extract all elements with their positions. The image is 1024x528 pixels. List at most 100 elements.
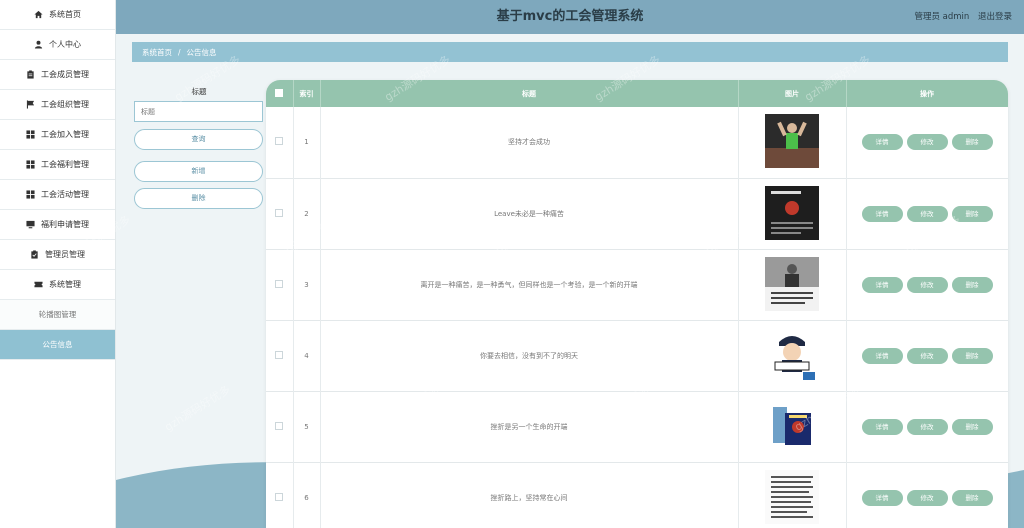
notice-image	[765, 327, 819, 382]
edit-button[interactable]: 修改	[906, 347, 948, 364]
row-checkbox[interactable]	[275, 137, 284, 146]
table-row: 1 坚持才会成功 详情 修改 删除	[266, 107, 1008, 178]
row-index: 5	[293, 391, 321, 462]
sidebar-item-join[interactable]: 工会加入管理	[0, 120, 115, 150]
delete-button[interactable]: 删除	[951, 276, 993, 293]
sidebar: 系统首页 个人中心 工会成员管理 工会组织管理 工会加入管理 工会福利管理 工会…	[0, 0, 116, 528]
sidebar-item-label: 工会组织管理	[41, 100, 89, 109]
row-checkbox[interactable]	[275, 492, 284, 501]
sidebar-item-welfare[interactable]: 工会福利管理	[0, 150, 115, 180]
sidebar-item-label: 系统管理	[49, 280, 81, 289]
sidebar-item-label: 系统首页	[49, 10, 81, 19]
sidebar-item-label: 个人中心	[49, 40, 81, 49]
edit-button[interactable]: 修改	[906, 418, 948, 435]
user-area: 管理员 admin 退出登录	[908, 0, 1012, 34]
row-checkbox[interactable]	[275, 208, 284, 217]
notice-image	[765, 256, 819, 311]
delete-button[interactable]: 删除	[951, 418, 993, 435]
notice-image	[765, 114, 819, 169]
row-index: 4	[293, 320, 321, 391]
row-index: 6	[293, 462, 321, 528]
edit-button[interactable]: 修改	[906, 134, 948, 151]
query-button[interactable]: 查询	[134, 129, 263, 150]
flag-icon	[26, 100, 35, 109]
sidebar-item-label: 工会福利管理	[41, 160, 89, 169]
sidebar-item-label: 轮播图管理	[38, 310, 77, 319]
breadcrumb-current: 公告信息	[186, 47, 217, 57]
row-title: 挫折是另一个生命的开端	[320, 391, 739, 462]
row-checkbox[interactable]	[275, 279, 284, 288]
header-title: 标题	[320, 80, 739, 107]
detail-button[interactable]: 详情	[861, 276, 903, 293]
row-index: 3	[293, 249, 321, 320]
user-icon	[34, 40, 43, 49]
sidebar-item-system[interactable]: 系统管理	[0, 270, 115, 300]
clipboard-check-icon	[30, 250, 39, 259]
batch-delete-button[interactable]: 删除	[134, 188, 263, 209]
table-row: 5 挫折是另一个生命的开端 详情 修改 删除	[266, 391, 1008, 462]
admin-label: 管理员 admin	[914, 12, 970, 22]
row-title: 坚持才会成功	[320, 107, 739, 178]
sidebar-item-organization[interactable]: 工会组织管理	[0, 90, 115, 120]
sidebar-item-label: 工会成员管理	[41, 70, 89, 79]
detail-button[interactable]: 详情	[861, 347, 903, 364]
title-field-label: 标题	[191, 87, 207, 96]
row-title: Leave未必是一种痛苦	[320, 178, 739, 249]
sidebar-item-admins[interactable]: 管理员管理	[0, 240, 115, 270]
watermark: gzh源码好优多	[162, 383, 233, 434]
header-actions: 操作	[846, 80, 1008, 107]
detail-button[interactable]: 详情	[861, 418, 903, 435]
notice-image	[765, 398, 819, 453]
monitor-icon	[26, 220, 35, 229]
sidebar-item-label: 工会活动管理	[41, 190, 89, 199]
delete-button[interactable]: 删除	[951, 134, 993, 151]
grid-icon	[26, 190, 35, 199]
sidebar-item-home[interactable]: 系统首页	[0, 0, 115, 30]
title-search-input[interactable]	[134, 101, 263, 122]
edit-button[interactable]: 修改	[906, 205, 948, 222]
notice-image	[765, 185, 819, 240]
delete-button[interactable]: 删除	[951, 489, 993, 506]
row-title: 你要去相信，没有到不了的明天	[320, 320, 739, 391]
select-all-checkbox[interactable]	[275, 88, 284, 97]
clipboard-icon	[26, 70, 35, 79]
table-row: 3 离开是一种痛苦，是一种勇气，但同样也是一个考验，是一个新的开端 详情 修改 删除	[266, 249, 1008, 320]
grid-icon	[26, 160, 35, 169]
sidebar-subitem-carousel[interactable]: 轮播图管理	[0, 300, 115, 330]
delete-button[interactable]: 删除	[951, 347, 993, 364]
app-title: 基于mvc的工会管理系统	[496, 9, 644, 24]
notice-image	[765, 469, 819, 524]
breadcrumb-separator: /	[178, 47, 181, 57]
breadcrumb: 系统首页 / 公告信息	[132, 42, 1008, 62]
sidebar-item-members[interactable]: 工会成员管理	[0, 60, 115, 90]
edit-button[interactable]: 修改	[906, 276, 948, 293]
detail-button[interactable]: 详情	[861, 134, 903, 151]
sidebar-item-label: 工会加入管理	[41, 130, 89, 139]
sidebar-subitem-notices[interactable]: 公告信息	[0, 330, 115, 360]
header-image: 图片	[738, 80, 847, 107]
row-title: 离开是一种痛苦，是一种勇气，但同样也是一个考验，是一个新的开端	[320, 249, 739, 320]
table-header-row: 索引 标题 图片 操作	[266, 80, 1008, 107]
add-button[interactable]: 新增	[134, 161, 263, 182]
ticket-icon	[34, 280, 43, 289]
header-index: 索引	[293, 80, 321, 107]
row-checkbox[interactable]	[275, 350, 284, 359]
delete-button[interactable]: 删除	[951, 205, 993, 222]
table-row: 6 挫折路上，坚持常在心间 详情 修改 删除	[266, 462, 1008, 528]
breadcrumb-home[interactable]: 系统首页	[142, 47, 172, 58]
notice-table: 索引 标题 图片 操作 1 坚持才会成功 详情 修改 删除 2 Leave未必是一种…	[266, 80, 1008, 528]
sidebar-item-label: 管理员管理	[45, 250, 85, 259]
sidebar-item-welfare-applications[interactable]: 福利申请管理	[0, 210, 115, 240]
row-index: 1	[293, 107, 321, 178]
top-header: 基于mvc的工会管理系统 管理员 admin 退出登录	[116, 0, 1024, 34]
detail-button[interactable]: 详情	[861, 489, 903, 506]
edit-button[interactable]: 修改	[906, 489, 948, 506]
detail-button[interactable]: 详情	[861, 205, 903, 222]
notice-table-card: 索引 标题 图片 操作 1 坚持才会成功 详情 修改 删除 2 Leave未必是一种…	[266, 80, 1008, 528]
row-checkbox[interactable]	[275, 421, 284, 430]
logout-link[interactable]: 退出登录	[978, 12, 1012, 22]
sidebar-item-profile[interactable]: 个人中心	[0, 30, 115, 60]
row-index: 2	[293, 178, 321, 249]
sidebar-item-activities[interactable]: 工会活动管理	[0, 180, 115, 210]
table-row: 2 Leave未必是一种痛苦 详情 修改 删除	[266, 178, 1008, 249]
